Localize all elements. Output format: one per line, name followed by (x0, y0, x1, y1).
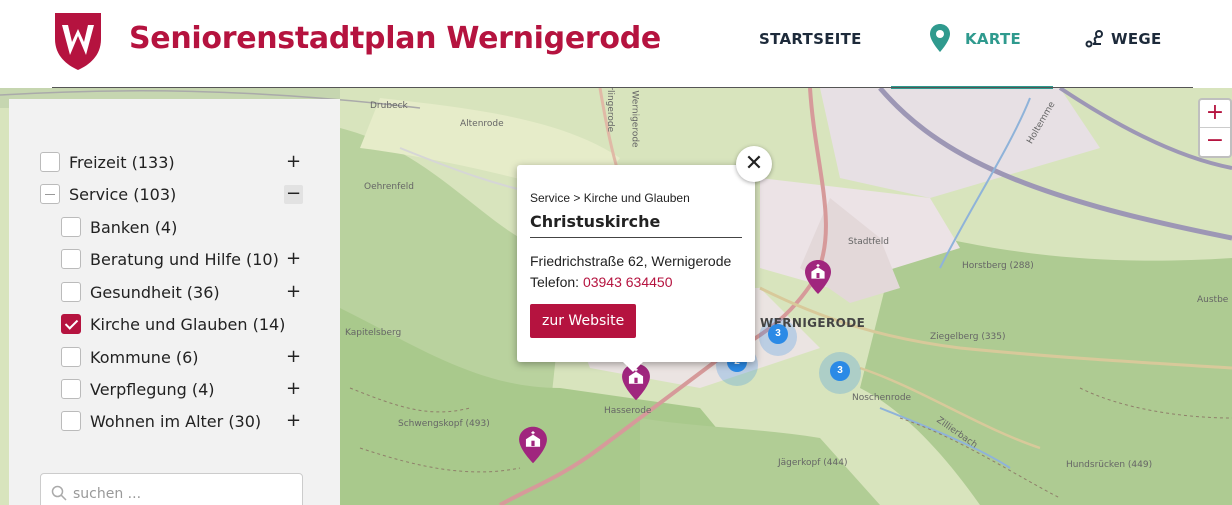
map-label-wernigerode-road: Wernigerode (629, 90, 640, 148)
nav-startseite-label: STARTSEITE (759, 30, 862, 48)
category-service[interactable]: Service (103) (40, 184, 176, 204)
checkbox[interactable] (61, 282, 81, 302)
expand-toggle[interactable]: + (284, 250, 303, 269)
category-label: Gesundheit (36) (90, 282, 220, 302)
checkbox[interactable] (61, 217, 81, 237)
website-button[interactable]: zur Website (530, 304, 637, 338)
expand-toggle[interactable]: + (284, 380, 303, 399)
checkbox[interactable] (61, 249, 81, 269)
header-divider (52, 87, 1193, 88)
category-label: Service (103) (69, 184, 177, 204)
map-label-darlingerode: Darlingerode (605, 88, 616, 133)
map-label-horstberg: Horstberg (288) (962, 261, 1034, 271)
category-label: Banken (4) (90, 217, 178, 237)
map-label-stadtfeld: Stadtfeld (848, 237, 889, 247)
category-kommune[interactable]: Kommune (6) (61, 347, 199, 367)
popup-title: Christuskirche (530, 212, 661, 231)
map-pin-icon (930, 24, 950, 52)
map-label-drubeck: Drubeck (370, 101, 408, 111)
map-label-hasserode: Hasserode (604, 406, 652, 416)
expand-toggle[interactable]: + (284, 283, 303, 302)
nav-karte-label: KARTE (965, 30, 1022, 48)
category-beratung[interactable]: Beratung und Hilfe (10) (61, 249, 279, 269)
church-marker[interactable] (804, 259, 832, 295)
route-icon (1085, 30, 1103, 48)
category-label: Beratung und Hilfe (10) (90, 249, 279, 269)
marker-cluster[interactable]: 3 (768, 324, 788, 344)
category-label: Kommune (6) (90, 347, 199, 367)
map-label-oehrenfeld: Oehrenfeld (364, 182, 414, 192)
nav-wege[interactable]: WEGE (1085, 30, 1162, 48)
nav-startseite[interactable]: STARTSEITE (759, 30, 862, 48)
close-popup-button[interactable]: ✕ (736, 146, 772, 182)
expand-toggle[interactable]: + (284, 153, 303, 172)
popup-phone-label: Telefon: (530, 274, 583, 290)
category-label: Freizeit (133) (69, 152, 175, 172)
map-label-jagerkopf: Jägerkopf (444) (778, 458, 848, 468)
filter-sidebar: Freizeit (133) + Service (103) − Banken … (9, 99, 340, 505)
wernigerode-logo[interactable] (53, 11, 103, 71)
zoom-control: + − (1198, 98, 1232, 158)
category-label: Wohnen im Alter (30) (90, 411, 262, 431)
church-marker[interactable] (518, 425, 548, 465)
site-title[interactable]: Seniorenstadtplan Wernigerode (129, 21, 661, 56)
checkbox[interactable] (61, 411, 81, 431)
poi-popup: Service > Kirche und Glauben Christuskir… (517, 165, 755, 372)
checkbox[interactable] (61, 347, 81, 367)
map-label-hundsrucken: Hundsrücken (449) (1066, 460, 1153, 470)
category-gesundheit[interactable]: Gesundheit (36) (61, 282, 220, 302)
search-box (40, 473, 303, 505)
popup-category: Service > Kirche und Glauben (530, 191, 690, 205)
search-icon (51, 485, 67, 501)
popup-phone-link[interactable]: 03943 634450 (583, 274, 673, 290)
collapse-toggle[interactable]: − (284, 185, 303, 204)
expand-toggle[interactable]: + (284, 412, 303, 431)
expand-toggle[interactable]: + (284, 348, 303, 367)
category-kirche[interactable]: Kirche und Glauben (14) (61, 314, 285, 334)
category-verpflegung[interactable]: Verpflegung (4) (61, 379, 215, 399)
popup-phone: Telefon: 03943 634450 (530, 274, 672, 290)
category-banken[interactable]: Banken (4) (61, 217, 177, 237)
checkbox[interactable] (40, 152, 60, 172)
search-input[interactable] (73, 481, 293, 505)
popup-divider (530, 237, 742, 238)
category-label: Verpflegung (4) (90, 379, 215, 399)
map-label-noschenrode: Noschenrode (852, 393, 912, 403)
checkbox[interactable] (40, 184, 60, 204)
map-label-altenrode: Altenrode (460, 119, 504, 129)
map-label-ziegelberg: Ziegelberg (335) (930, 332, 1006, 342)
zoom-in-button[interactable]: + (1200, 100, 1230, 128)
map-label-schwengskopf: Schwengskopf (493) (398, 419, 490, 429)
category-label: Kirche und Glauben (14) (90, 314, 286, 334)
map-label-kapitelsberg: Kapitelsberg (345, 328, 402, 338)
header: Seniorenstadtplan Wernigerode STARTSEITE… (0, 0, 1232, 89)
map-label-austberg: Austbe (1197, 295, 1229, 305)
popup-address: Friedrichstraße 62, Wernigerode (530, 253, 732, 269)
category-freizeit[interactable]: Freizeit (133) (40, 152, 175, 172)
checkbox[interactable] (61, 379, 81, 399)
zoom-out-button[interactable]: − (1200, 128, 1230, 156)
nav-wege-label: WEGE (1111, 30, 1162, 48)
checkbox-checked[interactable] (61, 314, 81, 334)
marker-cluster[interactable]: 3 (830, 361, 850, 381)
category-wohnen[interactable]: Wohnen im Alter (30) (61, 411, 261, 431)
